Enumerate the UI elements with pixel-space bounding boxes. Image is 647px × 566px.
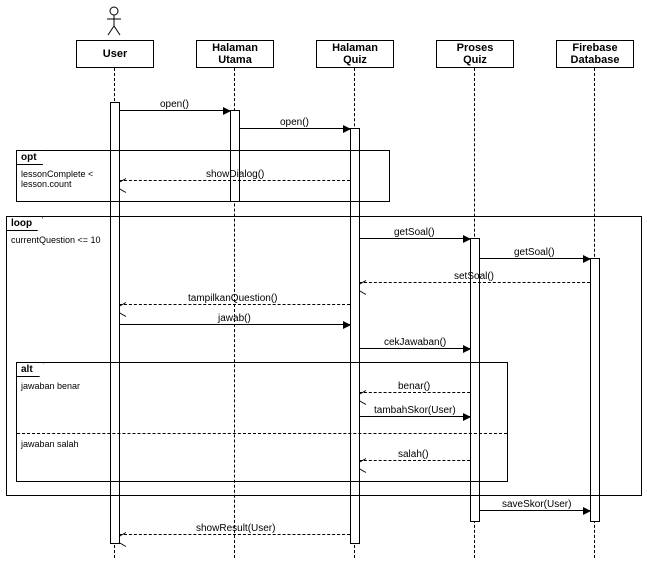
message-arrow	[359, 392, 470, 393]
fragment-separator	[17, 433, 507, 434]
fragment-guard: jawaban benar	[21, 381, 80, 391]
participant-proses-quiz: Proses Quiz	[436, 40, 514, 68]
message-arrow	[119, 304, 350, 305]
message-label: cekJawaban()	[384, 337, 446, 348]
fragment-alt: alt jawaban benar jawaban salah	[16, 362, 508, 482]
message-label: getSoal()	[394, 227, 435, 238]
message-arrow	[119, 110, 230, 111]
message-arrow	[359, 416, 470, 417]
message-label: benar()	[398, 381, 430, 392]
message-label: open()	[280, 117, 309, 128]
fragment-guard: lessonComplete < lesson.count	[21, 169, 93, 189]
message-label: showDialog()	[206, 169, 264, 180]
message-arrow	[119, 324, 350, 325]
message-arrow	[359, 460, 470, 461]
fragment-opt: opt lessonComplete < lesson.count	[16, 150, 390, 202]
message-arrow	[479, 258, 590, 259]
message-label: getSoal()	[514, 247, 555, 258]
message-arrow	[479, 510, 590, 511]
message-arrow	[119, 180, 350, 181]
message-label: showResult(User)	[196, 523, 275, 534]
participant-label: Firebase Database	[557, 42, 633, 66]
message-arrow	[359, 282, 590, 283]
message-label: tambahSkor(User)	[374, 405, 456, 416]
message-arrow	[239, 128, 350, 129]
fragment-tag: loop	[6, 216, 43, 231]
participant-label: Halaman Utama	[197, 42, 273, 66]
fragment-guard: jawaban salah	[21, 439, 79, 449]
participant-label: Halaman Quiz	[317, 42, 393, 66]
participant-label: User	[77, 48, 153, 60]
participant-firebase: Firebase Database	[556, 40, 634, 68]
sequence-diagram: User Halaman Utama Halaman Quiz Proses Q…	[0, 0, 647, 566]
participant-halaman-quiz: Halaman Quiz	[316, 40, 394, 68]
message-arrow	[119, 534, 350, 535]
message-label: saveSkor(User)	[502, 499, 571, 510]
message-arrow	[359, 238, 470, 239]
participant-label: Proses Quiz	[437, 42, 513, 66]
message-label: salah()	[398, 449, 429, 460]
fragment-guard: currentQuestion <= 10	[11, 235, 101, 245]
message-label: jawab()	[218, 313, 251, 324]
message-label: open()	[160, 99, 189, 110]
participant-halaman-utama: Halaman Utama	[196, 40, 274, 68]
message-label: setSoal()	[454, 271, 494, 282]
message-label: tampilkanQuestion()	[188, 293, 277, 304]
message-arrow	[359, 348, 470, 349]
actor-icon	[104, 6, 124, 36]
fragment-tag: opt	[16, 150, 48, 165]
fragment-tag: alt	[16, 362, 44, 377]
participant-user: User	[76, 40, 154, 68]
